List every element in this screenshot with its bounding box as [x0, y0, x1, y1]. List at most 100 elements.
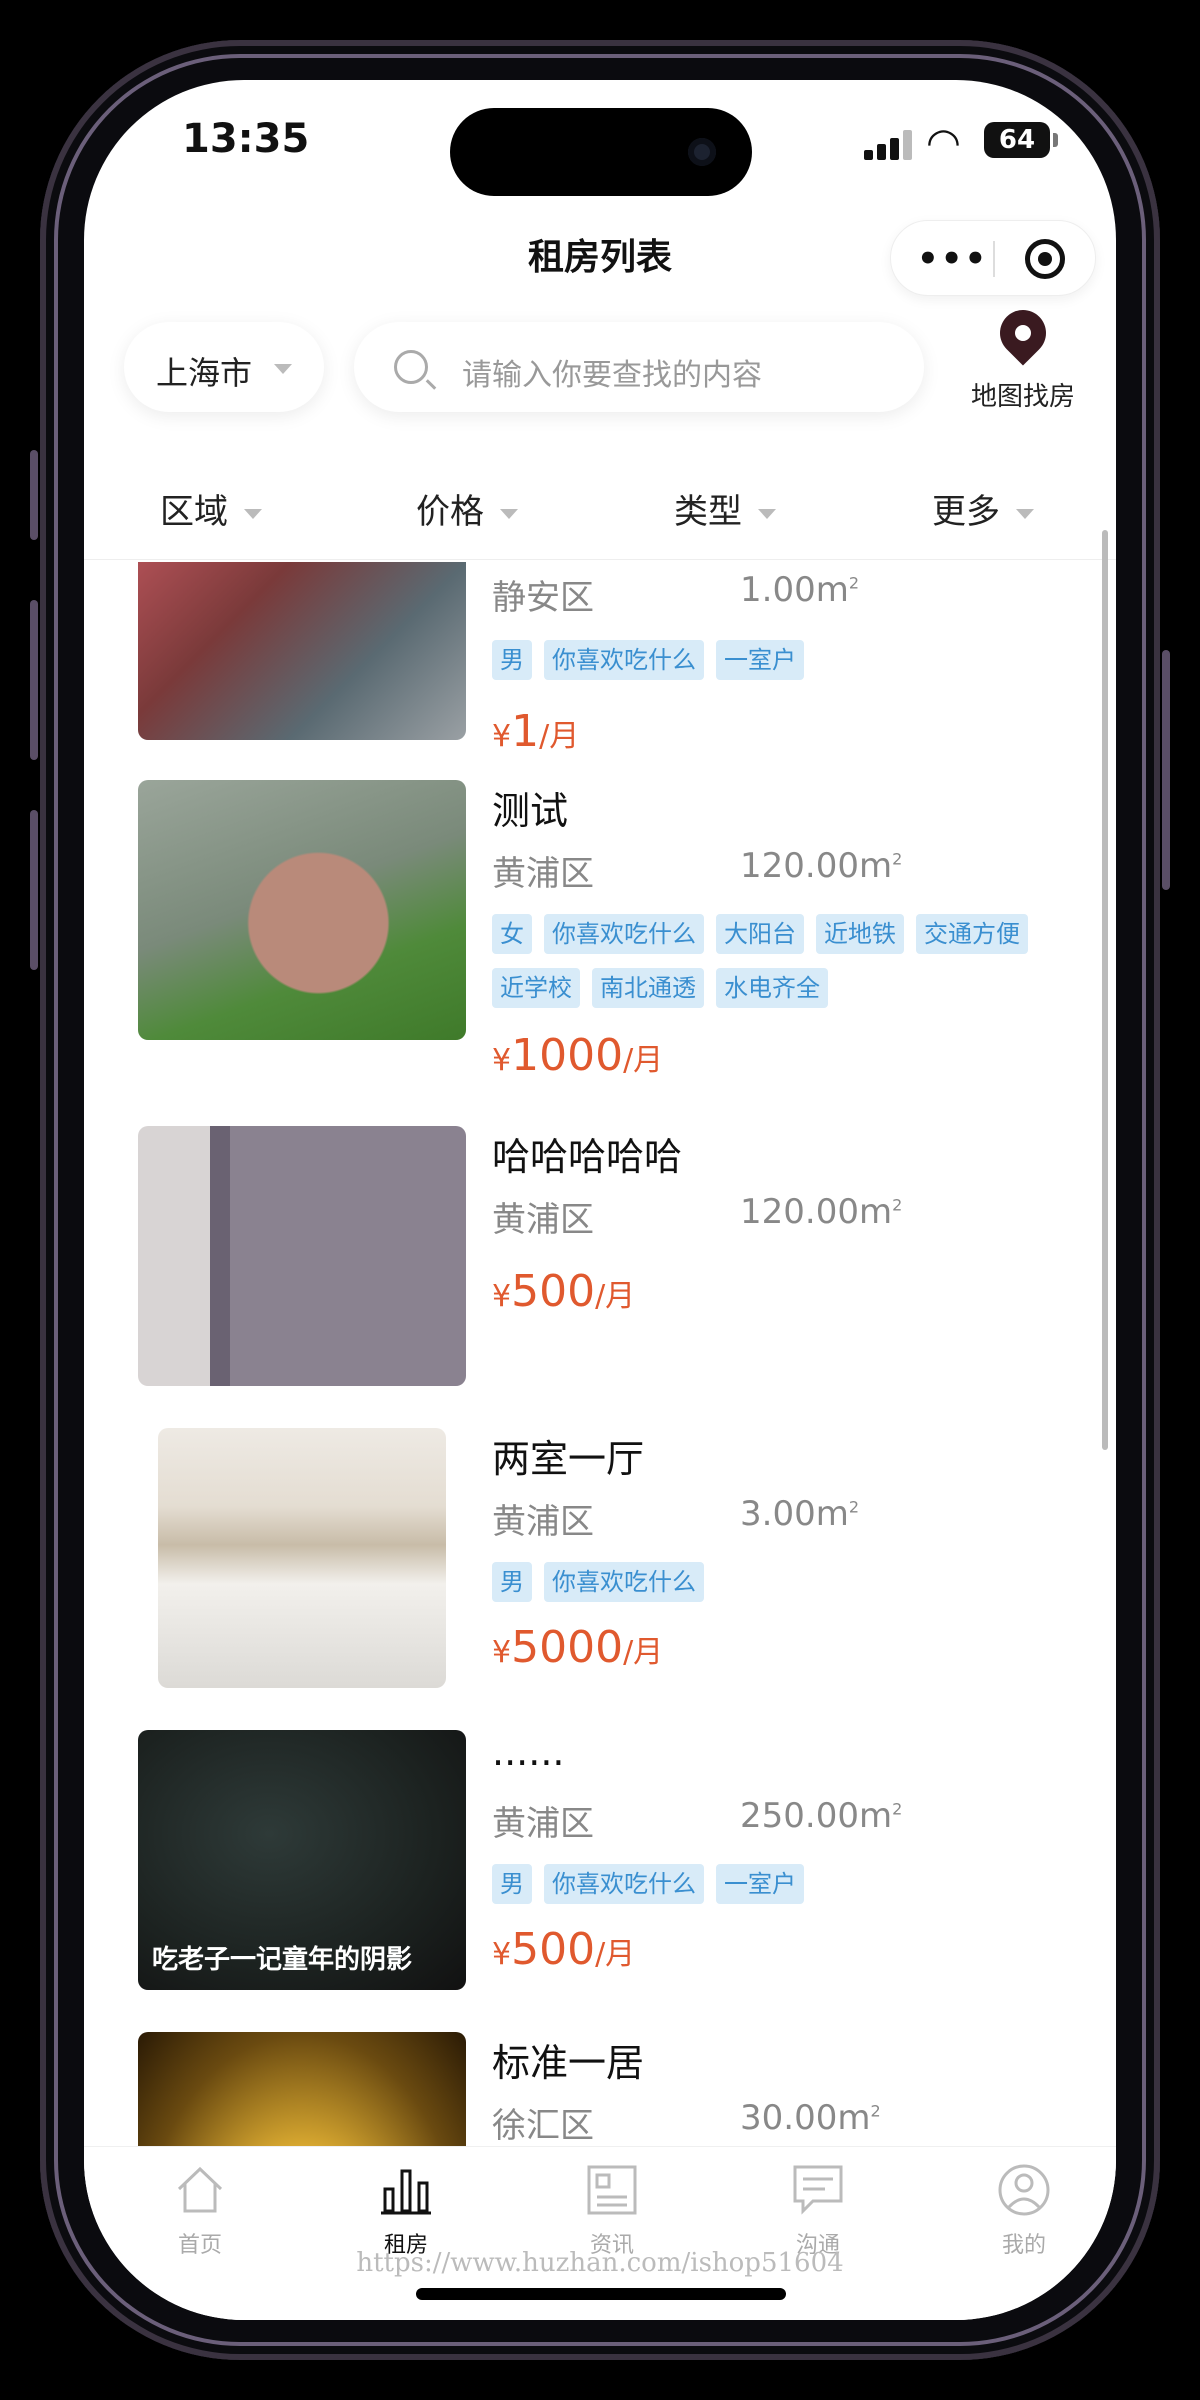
scrollbar[interactable]	[1102, 530, 1108, 1450]
search-input[interactable]: 请输入你要查找的内容	[354, 322, 924, 412]
listing-name: 两室一厅	[492, 1437, 645, 1481]
city-selector[interactable]: 上海市	[124, 322, 324, 412]
watermark: https://www.huzhan.com/ishop51604	[356, 2248, 844, 2278]
volume-up-button	[30, 600, 38, 760]
price-currency: ¥	[492, 1635, 512, 1670]
chevron-down-icon	[500, 508, 518, 519]
phone-screen: 13:35 ◠ 64 租房列表 ••• 上海市 请输入你要查找的内容 地图找房 …	[84, 80, 1116, 2320]
filter-bar: 区域 价格 类型 更多	[84, 460, 1116, 560]
listing-tag: 南北通透	[592, 968, 704, 1008]
map-pin-icon	[990, 300, 1056, 366]
chevron-down-icon	[244, 508, 262, 519]
price-currency: ¥	[492, 1279, 512, 1314]
listing-price: ¥500/月	[492, 1924, 635, 1975]
listing-thumbnail	[138, 2032, 466, 2146]
filter-more[interactable]: 更多	[932, 484, 1034, 533]
listing-name: ......	[492, 1730, 565, 1774]
area-unit-sup: 2	[848, 573, 860, 593]
area-unit-sup: 2	[848, 1497, 860, 1517]
listing-list[interactable]: 静安区 1.00m2 男 你喜欢吃什么 一室户 ¥1/月 测试 黄浦区 120.…	[84, 562, 1116, 2146]
listing-tag: 男	[492, 1562, 532, 1602]
price-amount: 500	[511, 1924, 596, 1975]
price-unit: /月	[623, 1635, 664, 1670]
listing-item[interactable]: 测试 黄浦区 120.00m2 女 你喜欢吃什么 大阳台 近地铁 交通方便 近学…	[84, 780, 1116, 1110]
listing-tag: 一室户	[716, 640, 804, 680]
tab-message[interactable]: 沟通	[748, 2163, 888, 2259]
area-unit-sup: 2	[892, 1195, 903, 1215]
city-label: 上海市	[156, 354, 253, 392]
more-icon[interactable]: •••	[917, 239, 988, 279]
filter-type[interactable]: 类型	[674, 484, 776, 533]
area-value: 250.00m	[740, 1796, 893, 1836]
listing-item[interactable]: 吃老子一记童年的阴影 ...... 黄浦区 250.00m2 男 你喜欢吃什么 …	[84, 1730, 1116, 2010]
listing-tag: 水电齐全	[716, 968, 828, 1008]
home-indicator[interactable]	[416, 2288, 786, 2300]
battery-icon: 64	[984, 122, 1058, 158]
listing-thumbnail	[138, 1126, 466, 1386]
listing-price: ¥1000/月	[492, 1030, 663, 1081]
price-currency: ¥	[492, 719, 512, 754]
listing-tag: 一室户	[716, 1864, 804, 1904]
listing-item[interactable]: 哈哈哈哈哈 黄浦区 120.00m2 ¥500/月	[84, 1126, 1116, 1406]
map-search-button[interactable]: 地图找房	[948, 300, 1098, 430]
message-icon	[791, 2163, 845, 2217]
price-unit: /月	[623, 1043, 664, 1078]
user-icon	[997, 2163, 1051, 2217]
wifi-icon: ◠	[926, 120, 961, 166]
camera-icon	[688, 138, 716, 166]
price-currency: ¥	[492, 1937, 512, 1972]
listing-area: 3.00m2	[740, 1494, 859, 1534]
filter-price[interactable]: 价格	[416, 484, 518, 533]
status-time: 13:35	[182, 116, 310, 162]
price-unit: /月	[539, 719, 580, 754]
listing-tag: 大阳台	[716, 914, 804, 954]
filter-label: 类型	[674, 492, 742, 532]
listing-thumbnail: 吃老子一记童年的阴影	[138, 1730, 466, 1990]
area-value: 120.00m	[740, 1192, 893, 1232]
side-button	[30, 450, 38, 540]
listing-tag: 女	[492, 914, 532, 954]
title-bar: 租房列表 •••	[84, 200, 1116, 296]
filter-label: 价格	[416, 492, 484, 532]
listing-area: 120.00m2	[740, 1192, 902, 1232]
filter-label: 区域	[160, 492, 228, 532]
listing-item[interactable]: 两室一厅 黄浦区 3.00m2 男 你喜欢吃什么 ¥5000/月	[84, 1428, 1116, 1708]
tab-rent[interactable]: 租房	[336, 2163, 476, 2259]
close-target-icon[interactable]	[1025, 239, 1065, 279]
chevron-down-icon	[758, 508, 776, 519]
listing-price: ¥1/月	[492, 706, 579, 757]
listing-tags: 女 你喜欢吃什么 大阳台 近地铁 交通方便 近学校 南北通透 水电齐全	[492, 914, 1052, 1008]
listing-area: 30.00m2	[740, 2098, 881, 2138]
news-icon	[585, 2163, 639, 2217]
listing-district: 黄浦区	[492, 1804, 594, 1844]
search-icon	[394, 350, 428, 384]
price-amount: 1000	[511, 1030, 624, 1081]
tab-profile[interactable]: 我的	[954, 2163, 1094, 2259]
listing-item[interactable]: 静安区 1.00m2 男 你喜欢吃什么 一室户 ¥1/月	[84, 562, 1116, 760]
area-value: 30.00m	[740, 2098, 871, 2138]
tab-home[interactable]: 首页	[130, 2163, 270, 2259]
listing-name: 哈哈哈哈哈	[492, 1135, 683, 1179]
listing-tag: 交通方便	[916, 914, 1028, 954]
listing-area: 1.00m2	[740, 570, 859, 610]
listing-tag: 你喜欢吃什么	[544, 1864, 704, 1904]
listing-thumbnail	[158, 1428, 446, 1688]
price-currency: ¥	[492, 1043, 512, 1078]
status-bar: 13:35 ◠ 64	[84, 80, 1116, 200]
listing-tag: 你喜欢吃什么	[544, 914, 704, 954]
price-amount: 1	[511, 706, 540, 757]
tab-news[interactable]: 资讯	[542, 2163, 682, 2259]
thumbnail-caption: 吃老子一记童年的阴影	[152, 1945, 413, 1975]
listing-area: 250.00m2	[740, 1796, 902, 1836]
listing-area: 120.00m2	[740, 846, 902, 886]
listing-tags: 男 你喜欢吃什么	[492, 1562, 1052, 1602]
power-button	[1162, 650, 1170, 890]
filter-region[interactable]: 区域	[160, 484, 262, 533]
area-value: 3.00m	[740, 1494, 849, 1534]
listing-district: 黄浦区	[492, 1502, 594, 1542]
listing-item[interactable]: 标准一居 徐汇区 30.00m2	[84, 2032, 1116, 2146]
area-value: 1.00m	[740, 570, 849, 610]
miniprogram-capsule: •••	[890, 220, 1096, 296]
search-row: 上海市 请输入你要查找的内容 地图找房	[84, 300, 1116, 440]
chevron-down-icon	[1016, 508, 1034, 519]
